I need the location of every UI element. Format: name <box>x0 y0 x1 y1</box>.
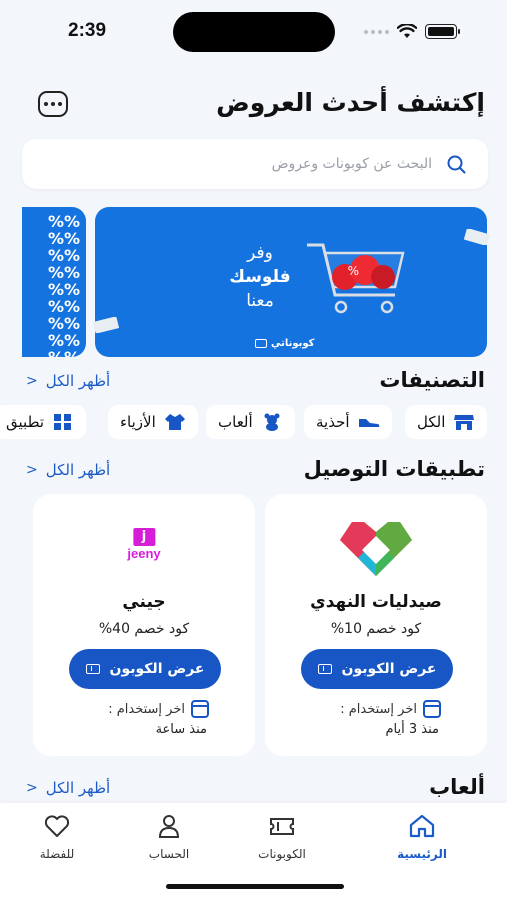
calendar-icon <box>423 700 441 718</box>
fashion-icon <box>164 414 185 430</box>
categories-header: التصنيفات أظهر الكل < <box>0 368 507 402</box>
banner-brand-label: كوبوناتي <box>271 338 315 349</box>
games-title: ألعاب <box>429 775 485 799</box>
see-all-label: أظهر الكل <box>45 372 111 390</box>
store-card-jeeny[interactable]: j jeeny جيني كود خصم 40% عرض الكوبون اخر… <box>33 494 255 756</box>
discount-text: كود خصم 40% <box>98 621 190 637</box>
category-label: ألعاب <box>218 413 253 431</box>
category-label: تطبيق <box>6 413 45 431</box>
calendar-icon <box>191 700 209 718</box>
search-icon <box>447 155 466 174</box>
jeeny-logo: j jeeny <box>127 528 161 561</box>
cash-icon <box>464 229 490 245</box>
banner-percent[interactable]: %%%%%%%%%%%%%%%%%%%%%%%% <box>22 207 86 357</box>
ticket-icon <box>317 664 332 674</box>
category-label: الكل <box>417 413 446 431</box>
show-coupon-label: عرض الكوبون <box>341 661 437 677</box>
home-icon <box>409 814 435 838</box>
battery-icon <box>425 24 460 39</box>
delivery-cards: صيدليات النهدي كود خصم 10% عرض الكوبون ا… <box>0 494 507 756</box>
store-icon <box>454 415 475 430</box>
show-coupon-button[interactable]: عرض الكوبون <box>69 649 221 689</box>
more-options-button[interactable] <box>38 91 68 117</box>
shopping-cart-icon: % <box>307 243 405 314</box>
teddy-icon <box>264 413 280 431</box>
tab-label: الكوبونات <box>258 847 306 861</box>
status-icons <box>364 24 460 39</box>
tab-account[interactable]: الحساب <box>119 813 219 861</box>
last-use-label: اخر إستخدام : <box>108 701 185 717</box>
shoe-icon <box>358 419 379 427</box>
last-use-value: منذ ساعة <box>155 722 207 737</box>
page-title: إكتشف أحدث العروض <box>216 88 485 117</box>
store-name: جيني <box>122 592 166 612</box>
last-use-value: منذ 3 أيام <box>385 722 440 737</box>
nahdi-logo <box>340 522 412 576</box>
category-games[interactable]: ألعاب <box>206 405 295 439</box>
categories-scroller[interactable]: الكل أحذية ألعاب الأزياء تطبيق <box>0 405 507 443</box>
show-coupon-label: عرض الكوبون <box>109 661 205 677</box>
discount-text: كود خصم 10% <box>330 621 422 637</box>
last-use-row: اخر إستخدام : <box>108 700 209 718</box>
banner-carousel[interactable]: %%%%%%%%%%%%%%%%%%%%%%%% وفر فلوسك معنا … <box>0 207 507 359</box>
tab-coupons[interactable]: الكوبونات <box>232 813 332 861</box>
category-label: الأزياء <box>120 413 156 431</box>
chevron-left-icon: < <box>26 780 38 796</box>
dynamic-island <box>173 12 335 52</box>
search-bar[interactable] <box>22 139 488 189</box>
svg-text:%: % <box>348 264 359 278</box>
jeeny-logo-text: jeeny <box>127 546 161 561</box>
chevron-left-icon: < <box>26 373 38 389</box>
search-input[interactable] <box>52 152 432 176</box>
banner-text: وفر فلوسك معنا <box>220 243 300 311</box>
category-label: أحذية <box>316 413 350 431</box>
percent-pattern: %%%%%%%%%%%%%%%%%%%%%%%% <box>48 212 81 357</box>
games-see-all-link[interactable]: أظهر الكل < <box>26 779 110 797</box>
banner-line-2: فلوسك <box>229 267 291 287</box>
category-shoes[interactable]: أحذية <box>304 405 392 439</box>
signal-icon <box>364 29 389 34</box>
tab-label: للفضلة <box>39 847 75 861</box>
last-use-label: اخر إستخدام : <box>340 701 417 717</box>
ticket-logo-icon <box>255 339 267 348</box>
store-card-nahdi[interactable]: صيدليات النهدي كود خصم 10% عرض الكوبون ا… <box>265 494 487 756</box>
category-fashion[interactable]: الأزياء <box>108 405 198 439</box>
heart-icon <box>44 815 70 837</box>
categories-see-all-link[interactable]: أظهر الكل < <box>26 372 110 390</box>
categories-title: التصنيفات <box>379 368 485 392</box>
tab-label: الرئيسية <box>397 847 447 861</box>
store-name: صيدليات النهدي <box>310 592 442 612</box>
delivery-see-all-link[interactable]: أظهر الكل < <box>26 461 110 479</box>
banner-brand: كوبوناتي <box>255 338 315 349</box>
banner-line-3: معنا <box>246 291 274 311</box>
ticket-icon <box>270 818 294 835</box>
cash-icon <box>93 317 119 333</box>
ticket-icon <box>85 664 100 674</box>
jeeny-logo-letter: j <box>133 528 155 546</box>
category-all[interactable]: الكل <box>405 405 488 439</box>
see-all-label: أظهر الكل <box>45 779 111 797</box>
tab-home[interactable]: الرئيسية <box>372 813 472 861</box>
apps-icon <box>54 414 72 430</box>
header: إكتشف أحدث العروض <box>0 88 507 128</box>
tab-label: الحساب <box>148 847 190 861</box>
delivery-title: تطبيقات التوصيل <box>303 457 485 481</box>
status-time: 2:39 <box>68 20 107 41</box>
chevron-left-icon: < <box>26 462 38 478</box>
show-coupon-button[interactable]: عرض الكوبون <box>301 649 453 689</box>
last-use-row: اخر إستخدام : <box>340 700 441 718</box>
delivery-header: تطبيقات التوصيل أظهر الكل < <box>0 457 507 491</box>
banner-save-money[interactable]: وفر فلوسك معنا % كوبوناتي <box>95 207 487 357</box>
status-bar: 2:39 <box>0 0 507 62</box>
banner-line-1: وفر <box>247 243 273 263</box>
wifi-icon <box>397 24 417 38</box>
category-apps[interactable]: تطبيق <box>0 405 87 439</box>
tab-favorites[interactable]: للفضلة <box>7 813 107 861</box>
see-all-label: أظهر الكل <box>45 461 111 479</box>
user-icon <box>158 815 180 838</box>
home-indicator <box>166 884 344 889</box>
